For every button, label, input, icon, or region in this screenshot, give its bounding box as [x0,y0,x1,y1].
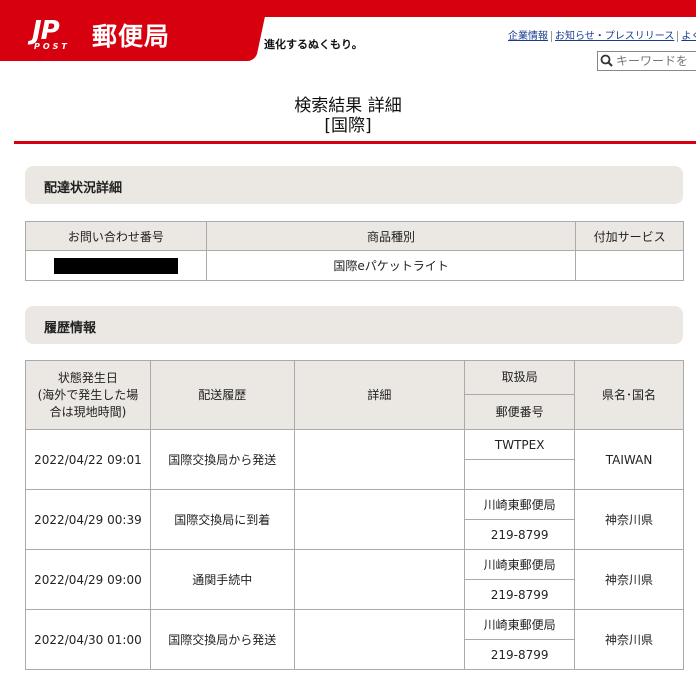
search-icon[interactable] [600,54,613,67]
delivery-status-heading: 配達状況詳細 [44,181,123,196]
table-row: 2022/04/30 01:00 国際交換局から発送 川崎東郵便局 神奈川県 [25,609,684,670]
row-region: 神奈川県 [574,609,684,670]
search-input[interactable] [616,53,696,69]
link-corporate-info[interactable]: 企業情報 [505,31,552,42]
col-detail: 詳細 [293,360,466,430]
table-row: 国際eパケットライト [25,250,684,281]
row-detail [293,609,466,670]
row-region: 神奈川県 [574,549,684,610]
col-status: 配送履歴 [149,360,295,430]
post-logo-text: POST [34,42,70,51]
col-postal: 郵便番号 [464,394,576,430]
row-detail [293,549,466,610]
col-region: 県名･国名 [574,360,684,430]
title-divider [14,141,696,144]
link-press-release[interactable]: お知らせ・プレスリリース [552,31,679,42]
row-region: TAIWAN [574,429,684,490]
row-status: 国際交換局から発送 [149,609,295,670]
page-title-line1: 検索結果 詳細 [294,96,402,116]
row-date: 2022/04/30 01:00 [25,609,151,670]
row-postal: 219-8799 [464,519,576,550]
row-detail [293,489,466,550]
page-title: 検索結果 詳細 [国際] [0,96,696,136]
row-date: 2022/04/29 00:39 [25,489,151,550]
table-header-row: お問い合わせ番号 商品種別 付加サービス [25,221,684,251]
row-status: 国際交換局に到着 [149,489,295,550]
table-row: 2022/04/29 00:39 国際交換局に到着 川崎東郵便局 神奈川県 [25,489,684,550]
row-date: 2022/04/29 09:00 [25,549,151,610]
row-status: 通関手続中 [149,549,295,610]
col-date: 状態発生日 (海外で発生した場 合は現地時間) [25,360,151,430]
row-postal [464,459,576,490]
history-header-row: 状態発生日 (海外で発生した場 合は現地時間) 配送履歴 詳細 取扱局 県名･国… [25,360,684,430]
link-faq[interactable]: よくあ [678,31,696,42]
row-postal: 219-8799 [464,579,576,610]
col-extra-service: 付加サービス [575,221,684,251]
row-date: 2022/04/22 09:01 [25,429,151,490]
row-office: 川崎東郵便局 [464,549,576,580]
table-row: 2022/04/29 09:00 通関手続中 川崎東郵便局 神奈川県 [25,549,684,610]
tracking-number-cell [25,250,207,281]
history-heading-bar: 履歴情報 [25,306,683,344]
row-status: 国際交換局から発送 [149,429,295,490]
logo-name[interactable]: 郵便局 [92,17,170,53]
extra-service-cell [575,250,684,281]
history-table: 状態発生日 (海外で発生した場 合は現地時間) 配送履歴 詳細 取扱局 県名･国… [25,360,684,670]
col-tracking-number: お問い合わせ番号 [25,221,207,251]
row-detail [293,429,466,490]
col-product-type: 商品種別 [205,221,577,251]
tagline: 進化するぬくもり。 [264,38,363,51]
row-office: TWTPEX [464,429,576,460]
table-row: 2022/04/22 09:01 国際交換局から発送 TWTPEX TAIWAN [25,429,684,490]
col-office: 取扱局 [464,360,576,395]
row-region: 神奈川県 [574,489,684,550]
row-office: 川崎東郵便局 [464,609,576,640]
site-search[interactable] [597,51,696,71]
page-title-line2: [国際] [324,116,372,136]
history-heading: 履歴情報 [44,321,97,336]
row-postal: 219-8799 [464,639,576,670]
row-office: 川崎東郵便局 [464,489,576,520]
delivery-status-table: お問い合わせ番号 商品種別 付加サービス 国際eパケットライト [25,221,684,281]
top-links: 企業情報お知らせ・プレスリリースよくあ [505,27,696,42]
product-type-cell: 国際eパケットライト [205,250,577,281]
redacted-tracking-number [53,257,178,274]
site-header: JP POST 郵便局 進化するぬくもり。 企業情報お知らせ・プレスリリースよく… [0,0,696,71]
delivery-status-heading-bar: 配達状況詳細 [25,166,683,204]
